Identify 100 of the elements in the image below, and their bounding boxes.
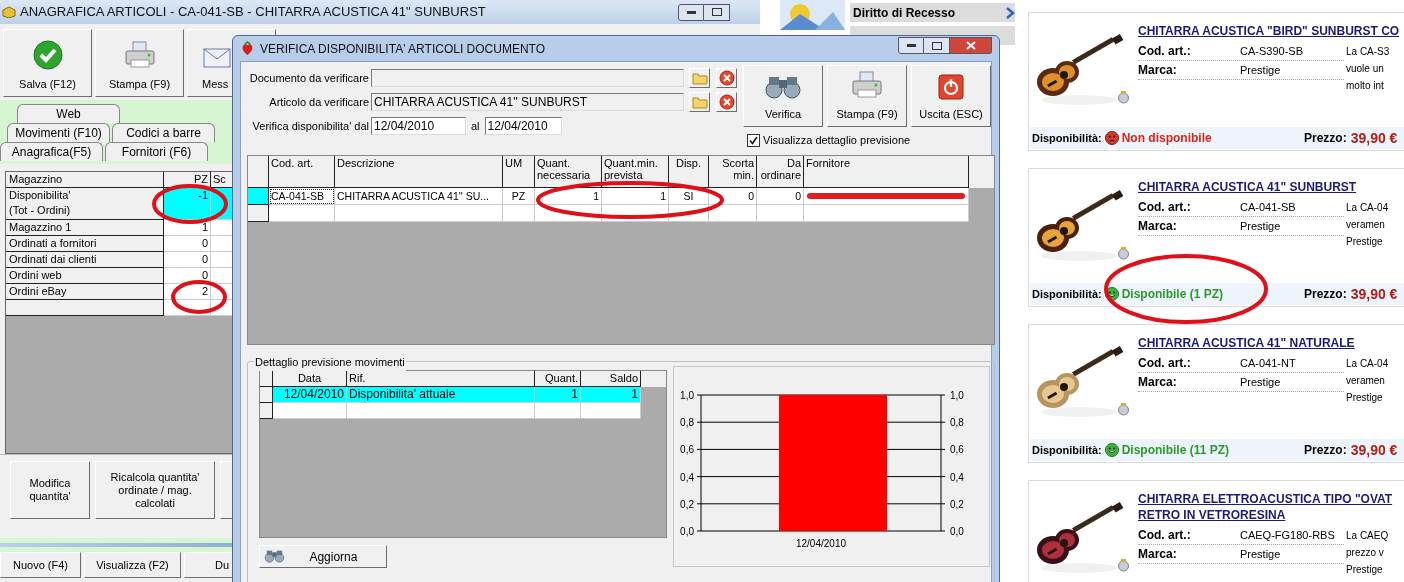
refresh-button[interactable]: Aggiorna [259,545,387,568]
table-cell: PZ [503,188,535,205]
toolbar-button[interactable]: Stampa (F9) [827,65,907,127]
field-value: CAEQ-FG180-RBS [1240,527,1335,543]
table-cell: -1 [164,188,211,220]
price: 39,90 € [1350,284,1398,304]
clear-button[interactable] [716,92,737,112]
folder-icon [691,71,708,85]
row-label: Disponibilita' (Tot - Ordini) [6,188,164,220]
tick-label: 0,8 [680,417,694,429]
tab[interactable]: Fornitori (F6) [105,142,208,161]
tab[interactable]: Movimenti (F10) [7,123,110,142]
tick-label: 0,0 [680,526,694,537]
maximize-button[interactable] [704,3,730,21]
availability-label: Disponibilità: [1032,130,1102,146]
folder-button[interactable] [689,92,710,112]
minimize-button[interactable] [898,37,924,54]
tick-label: 0,0 [950,526,964,537]
description-text: La CA-04 [1346,201,1389,215]
table-cell: 0 [164,236,211,252]
happy-face-icon [1104,443,1119,457]
printer-icon [850,69,884,100]
product-title-link[interactable]: CHITARRA ACUSTICA 41" SUNBURST [1138,179,1389,195]
field-label: Cod. art.: [1138,199,1192,216]
field-value: Prestige [1240,62,1281,78]
close-button[interactable] [950,37,992,54]
description-text: Prestige [1346,235,1384,249]
annotation-ellipse [171,280,227,314]
table-row[interactable]: 12/04/2010 Disponibilita' attuale 1 1 [260,387,641,403]
availability-label: Disponibilità: [1032,286,1102,302]
table-cell: CHITARRA ACUSTICA 41'' SU... [335,188,503,205]
description-text: La CA-S3 [1346,45,1390,59]
folder-button[interactable] [689,68,710,88]
price-label: Prezzo: [1304,286,1347,303]
chevron-right-icon [1006,6,1015,19]
availability-status: Disponibile (11 PZ) [1121,442,1230,459]
product-title-link[interactable]: CHITARRA ACUSTICA 41" NATURALE [1138,335,1389,351]
table-cell [269,205,335,222]
product-title-link[interactable]: RETRO IN VETRORESINA [1138,507,1393,523]
tab[interactable]: Anagrafica(F5) [0,142,103,161]
seal-icon [1118,558,1129,573]
table-cell [757,205,804,222]
maximize-button[interactable] [924,37,950,54]
field-label: Marca: [1138,62,1178,79]
field-label: Cod. art.: [1138,43,1192,60]
lookup-field[interactable]: CHITARRA ACUSTICA 41'' SUNBURST [371,93,684,111]
availability-label: Disponibilità: [1032,442,1102,458]
close-icon [965,41,976,50]
field-value: CA-S390-SB [1240,43,1303,59]
table-cell [503,205,535,222]
description-text: Prestige [1346,563,1384,577]
field-value: Prestige [1240,218,1281,234]
binoculars-icon [264,549,285,564]
category-label: 12/04/2010 [795,538,847,549]
row-label: Ordinati dai clienti [6,252,164,268]
minimize-icon [686,10,696,14]
description-text: prezzo v [1346,546,1385,560]
checkmark-icon [749,135,758,145]
field-value: CA-041-NT [1240,355,1296,371]
clear-button[interactable] [716,68,737,88]
row-label: Ordinati a fornitori [6,236,164,252]
price: 39,90 € [1350,440,1398,460]
tab[interactable]: Web [17,104,120,123]
clear-icon [718,94,735,110]
printer-icon [122,39,157,70]
toolbar-button[interactable]: Verifica [743,65,823,127]
field-label: Verifica disponibilita' dal [251,118,370,134]
footer-button[interactable]: Nuovo (F4) [0,552,81,578]
row-indicator [260,403,273,419]
description-text: La CAEQ [1346,529,1389,543]
tab[interactable]: Codici a barre [112,123,215,142]
date-field[interactable]: 12/04/2010 [484,117,562,135]
date-field[interactable]: 12/04/2010 [371,117,466,135]
toolbar-button[interactable]: Stampa (F9) [95,29,184,97]
table-cell [581,403,641,419]
description-text: Prestige [1346,391,1384,405]
tick-label: 0,4 [680,471,694,483]
field-value: Prestige [1240,546,1281,562]
checkmark-icon [32,39,63,70]
toolbar-button[interactable]: Uscita (ESC) [911,65,991,127]
lookup-field[interactable] [371,69,684,87]
field-label: al [470,118,481,134]
product-title-link[interactable]: CHITARRA ELETTROACUSTICA TIPO "OVAT [1138,491,1393,507]
field-label: Articolo da verificare [268,94,370,110]
nav-item[interactable]: Diritto di Recesso [850,3,1015,22]
field-value: Prestige [1240,374,1281,390]
seal-icon [1118,402,1129,417]
table-cell: 1 [602,188,669,205]
description-text: veramen [1346,218,1386,232]
product-title-link[interactable]: CHITARRA ACUSTICA "BIRD" SUNBURST CO [1138,23,1400,39]
footer-button[interactable]: Visualizza (F2) [84,552,181,578]
minimize-button[interactable] [678,3,704,21]
strawberry-icon [241,41,254,56]
table-cell [709,205,757,222]
toolbar-button[interactable]: Salva (F12) [3,29,92,97]
field-label: Cod. art.: [1138,355,1192,372]
table-cell: CA-041-SB [269,188,335,205]
action-button[interactable]: Modifica quantita' [10,461,90,519]
action-button[interactable]: Ricalcola quantita' ordinate / mag. calcolati [95,461,215,519]
checkbox[interactable]: Visualizza dettaglio previsione [747,132,991,149]
